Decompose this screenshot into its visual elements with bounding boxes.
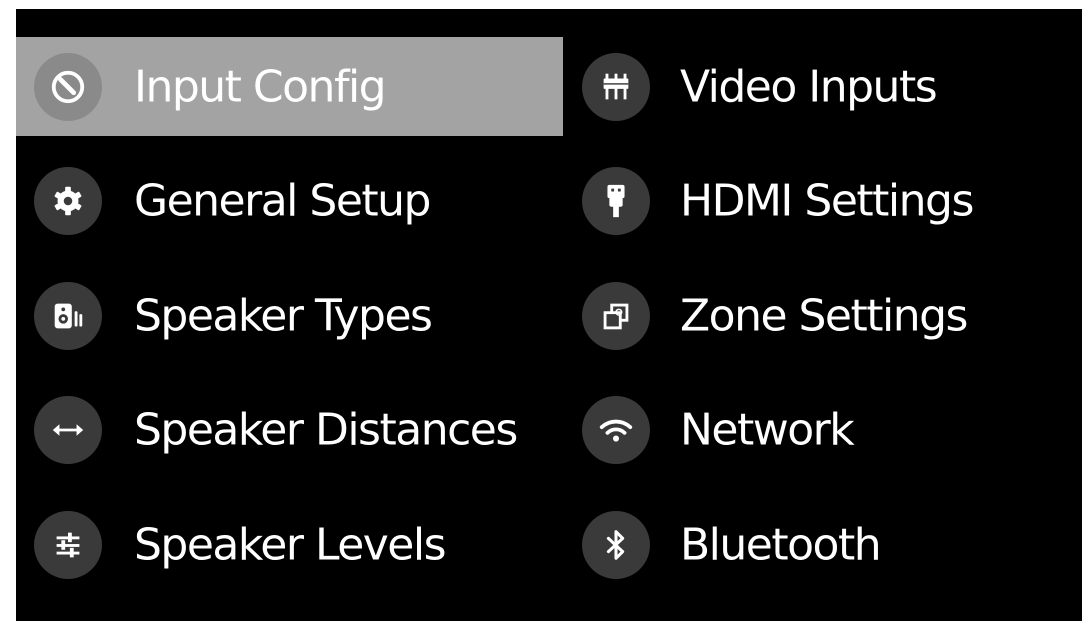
setup-menu-screen: Input Config General Setup Speaker Types… <box>16 9 1082 621</box>
speaker-icon <box>34 281 102 350</box>
gear-icon <box>34 166 102 235</box>
video-connectors-icon <box>582 52 650 121</box>
menu-item-label: Input Config <box>134 61 387 112</box>
menu-item-label: General Setup <box>134 175 431 226</box>
wifi-icon <box>582 395 650 464</box>
menu-item-label: Speaker Distances <box>134 404 518 455</box>
menu-item-speaker-types[interactable]: Speaker Types <box>16 266 563 365</box>
menu-item-general-setup[interactable]: General Setup <box>16 151 563 250</box>
bluetooth-icon <box>582 510 650 579</box>
menu-item-speaker-distances[interactable]: Speaker Distances <box>16 380 563 479</box>
menu-item-label: Speaker Types <box>134 290 433 341</box>
input-config-icon <box>34 52 102 121</box>
hdmi-plug-icon <box>582 166 650 235</box>
menu-item-label: HDMI Settings <box>680 175 974 226</box>
menu-item-speaker-levels[interactable]: Speaker Levels <box>16 495 563 594</box>
double-arrow-icon <box>34 395 102 464</box>
sliders-icon <box>34 510 102 579</box>
menu-item-video-inputs[interactable]: Video Inputs <box>563 37 1082 136</box>
menu-item-bluetooth[interactable]: Bluetooth <box>563 495 1082 594</box>
zones-icon <box>582 281 650 350</box>
menu-item-input-config[interactable]: Input Config <box>16 37 563 136</box>
menu-item-label: Video Inputs <box>680 61 938 112</box>
menu-item-zone-settings[interactable]: Zone Settings <box>563 266 1082 365</box>
menu-item-network[interactable]: Network <box>563 380 1082 479</box>
menu-item-label: Bluetooth <box>680 519 882 570</box>
menu-item-label: Network <box>680 404 855 455</box>
menu-item-hdmi-settings[interactable]: HDMI Settings <box>563 151 1082 250</box>
menu-item-label: Speaker Levels <box>134 519 447 570</box>
menu-item-label: Zone Settings <box>680 290 968 341</box>
